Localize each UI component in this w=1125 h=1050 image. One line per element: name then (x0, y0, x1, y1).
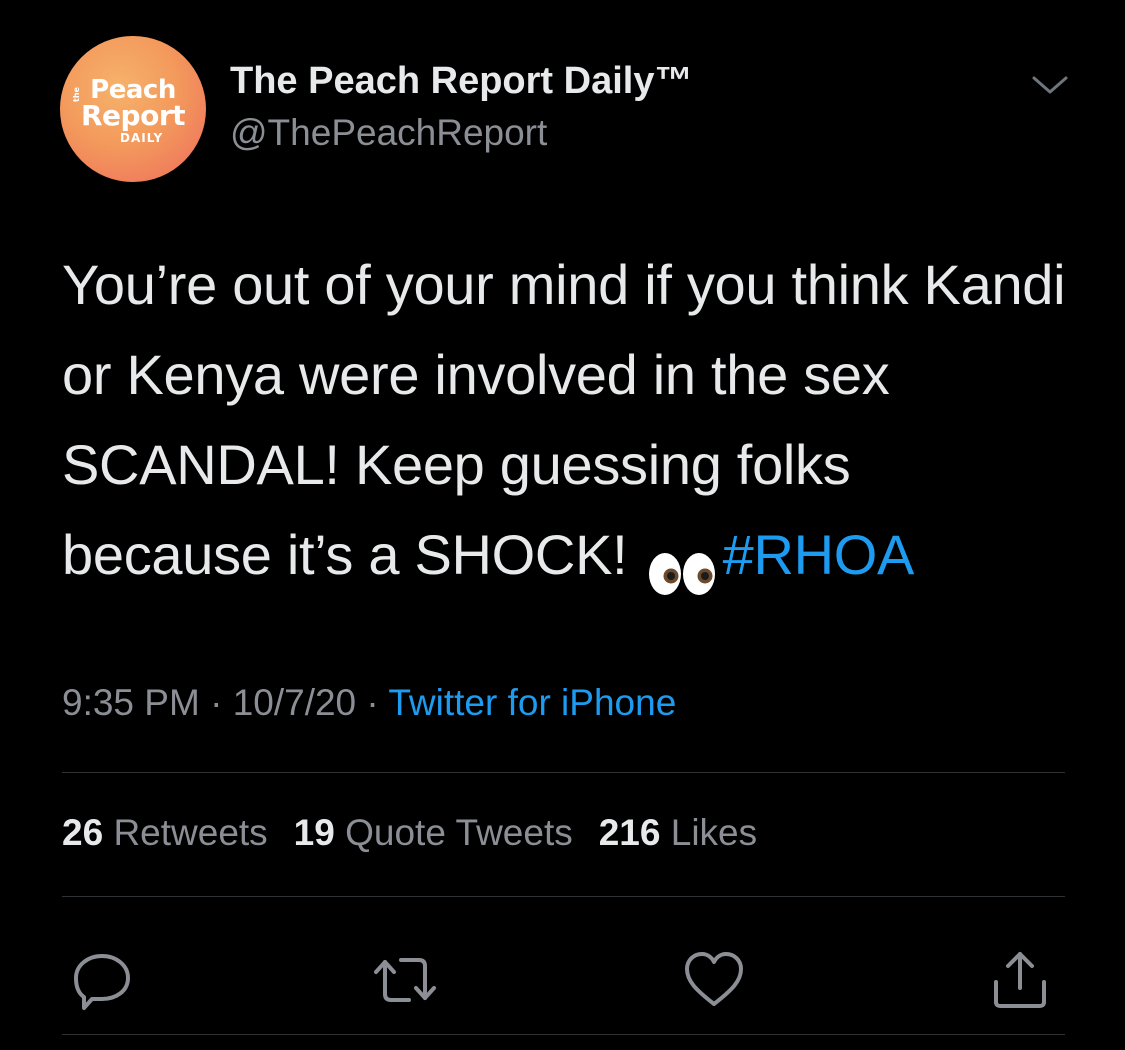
author-handle[interactable]: @ThePeachReport (230, 112, 547, 154)
likes-label: Likes (670, 812, 758, 853)
tweet-body: You’re out of your mind if you think Kan… (62, 253, 1066, 586)
divider (62, 1034, 1065, 1035)
eyes-emoji-icon (647, 532, 717, 596)
likes-stat[interactable]: 216 Likes (599, 812, 757, 853)
share-icon[interactable] (988, 948, 1052, 1012)
meta-separator: · (356, 682, 389, 723)
chevron-down-icon[interactable] (1030, 70, 1070, 100)
author-display-name[interactable]: The Peach Report Daily™ (230, 60, 692, 103)
retweet-icon[interactable] (373, 948, 437, 1012)
avatar[interactable]: the Peach Report DAILY (60, 36, 206, 182)
tweet-date: 10/7/20 (232, 682, 357, 723)
retweets-count: 26 (62, 812, 104, 853)
quote-tweets-count: 19 (293, 812, 335, 853)
meta-separator: · (199, 682, 233, 723)
divider (62, 896, 1065, 897)
heart-icon[interactable] (682, 948, 746, 1012)
divider (62, 772, 1065, 773)
avatar-logo-line2: Report (80, 99, 186, 132)
hashtag-link[interactable]: #RHOA (723, 523, 915, 586)
likes-count: 216 (598, 812, 661, 853)
retweets-stat[interactable]: 26 Retweets (62, 812, 268, 853)
tweet-detail: the Peach Report DAILY The Peach Report … (0, 0, 1125, 1050)
quote-tweets-stat[interactable]: 19 Quote Tweets (294, 812, 573, 853)
quote-tweets-label: Quote Tweets (345, 812, 573, 853)
tweet-source-link[interactable]: Twitter for iPhone (388, 682, 676, 723)
tweet-stats: 26 Retweets 19 Quote Tweets 216 Likes (62, 812, 757, 854)
tweet-text: You’re out of your mind if you think Kan… (62, 240, 1072, 600)
tweet-meta: 9:35 PM · 10/7/20 · Twitter for iPhone (62, 682, 676, 724)
reply-icon[interactable] (70, 948, 134, 1012)
tweet-time: 9:35 PM (62, 682, 200, 723)
retweets-label: Retweets (113, 812, 268, 853)
avatar-logo-line3: DAILY (120, 131, 164, 145)
